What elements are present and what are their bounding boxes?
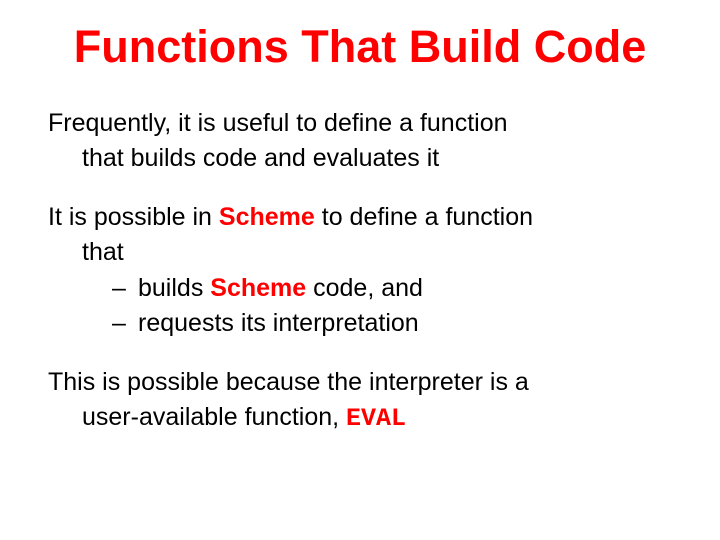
bullet-text: requests its interpretation <box>138 308 419 339</box>
text-line: user-available function, EVAL <box>48 402 672 434</box>
scheme-keyword: Scheme <box>219 203 315 231</box>
text-fragment: builds <box>138 274 210 302</box>
text-fragment: to define a function <box>315 203 533 231</box>
text-line: that builds code and evaluates it <box>48 143 672 174</box>
bullet-dash-icon: – <box>112 308 138 339</box>
paragraph-2: It is possible in Scheme to define a fun… <box>48 202 672 339</box>
text-fragment: user-available function, <box>82 403 346 431</box>
slide-title: Functions That Build Code <box>48 22 672 72</box>
slide: Functions That Build Code Frequently, it… <box>0 0 720 540</box>
scheme-keyword: Scheme <box>210 274 306 302</box>
text-fragment: It is possible in <box>48 203 219 231</box>
text-line: This is possible because the interpreter… <box>48 367 672 398</box>
eval-keyword: EVAL <box>346 404 406 433</box>
bullet-dash-icon: – <box>112 273 138 304</box>
text-line: that <box>48 237 672 268</box>
bullet-item: – builds Scheme code, and <box>48 273 672 304</box>
slide-body: Frequently, it is useful to define a fun… <box>48 108 672 435</box>
text-line: It is possible in Scheme to define a fun… <box>48 202 672 233</box>
bullet-text: builds Scheme code, and <box>138 273 423 304</box>
text-line: Frequently, it is useful to define a fun… <box>48 108 672 139</box>
paragraph-1: Frequently, it is useful to define a fun… <box>48 108 672 175</box>
bullet-item: – requests its interpretation <box>48 308 672 339</box>
text-fragment: code, and <box>306 274 423 302</box>
paragraph-3: This is possible because the interpreter… <box>48 367 672 435</box>
